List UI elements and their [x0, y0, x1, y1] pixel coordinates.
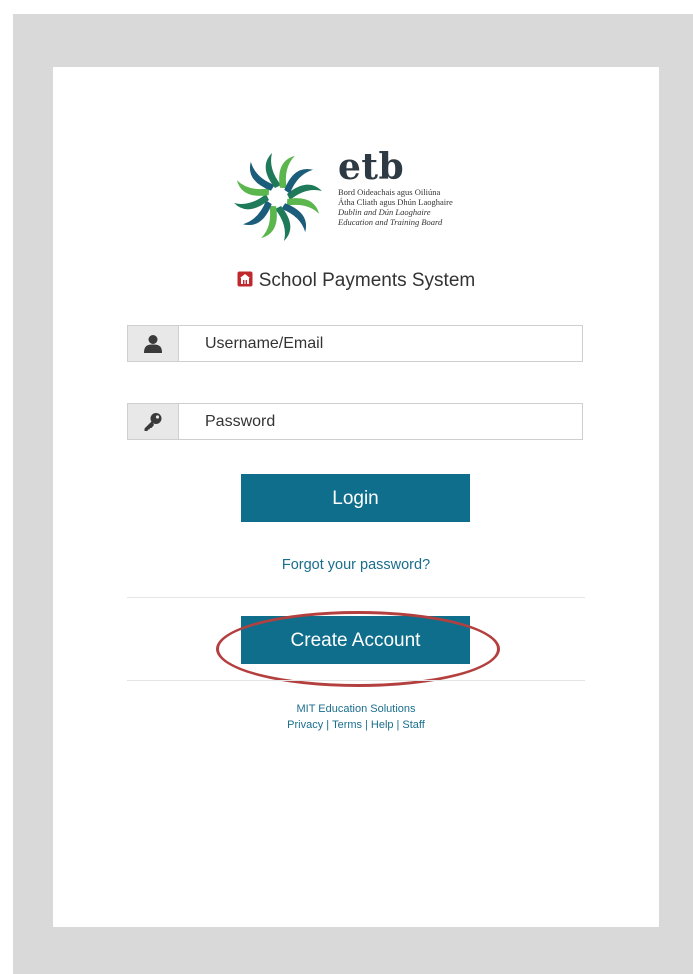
etb-swirl-logo-icon	[234, 153, 322, 241]
footer-link-help[interactable]: Help	[371, 719, 394, 731]
divider-top	[127, 597, 585, 598]
logo-line-1: Bord Oideachais agus Oiliúna	[338, 187, 441, 197]
password-field[interactable]	[127, 403, 583, 440]
footer-links: Privacy | Terms | Help | Staff	[53, 717, 659, 733]
logo-brand: etb	[338, 146, 405, 188]
logo-line-4: Education and Training Board	[338, 217, 443, 227]
username-field[interactable]	[127, 325, 583, 362]
logo-line-2: Átha Cliath agus Dhún Laoghaire	[338, 197, 453, 207]
footer-separator: |	[396, 719, 400, 731]
username-addon	[128, 326, 179, 361]
logo-line-3: Dublin and Dún Laoghaire	[338, 207, 431, 217]
footer-link-privacy[interactable]: Privacy	[287, 719, 323, 731]
footer-link-terms[interactable]: Terms	[332, 719, 362, 731]
password-input[interactable]	[179, 404, 579, 439]
system-title-text: School Payments System	[258, 270, 476, 291]
login-button[interactable]: Login	[241, 474, 470, 522]
etb-logo: etb Bord Oideachais agus Oiliúna Átha Cl…	[228, 147, 488, 247]
password-addon	[128, 404, 179, 439]
key-icon	[144, 413, 162, 431]
footer: MIT Education Solutions Privacy | Terms | He…	[53, 701, 659, 733]
username-input[interactable]	[179, 326, 579, 361]
footer-separator: |	[365, 719, 368, 731]
create-account-button[interactable]: Create Account	[241, 616, 470, 664]
footer-link-staff[interactable]: Staff	[402, 719, 424, 731]
user-icon	[144, 335, 162, 353]
footer-company: MIT Education Solutions	[296, 703, 416, 715]
footer-separator: |	[326, 719, 330, 731]
forgot-password-link[interactable]: Forgot your password?	[53, 557, 659, 573]
login-card: etb Bord Oideachais agus Oiliúna Átha Cl…	[53, 67, 659, 927]
school-icon	[237, 271, 253, 287]
logo-text: etb Bord Oideachais agus Oiliúna Átha Cl…	[338, 147, 453, 227]
divider-bottom	[127, 680, 585, 681]
system-title: School Payments System	[53, 270, 659, 292]
